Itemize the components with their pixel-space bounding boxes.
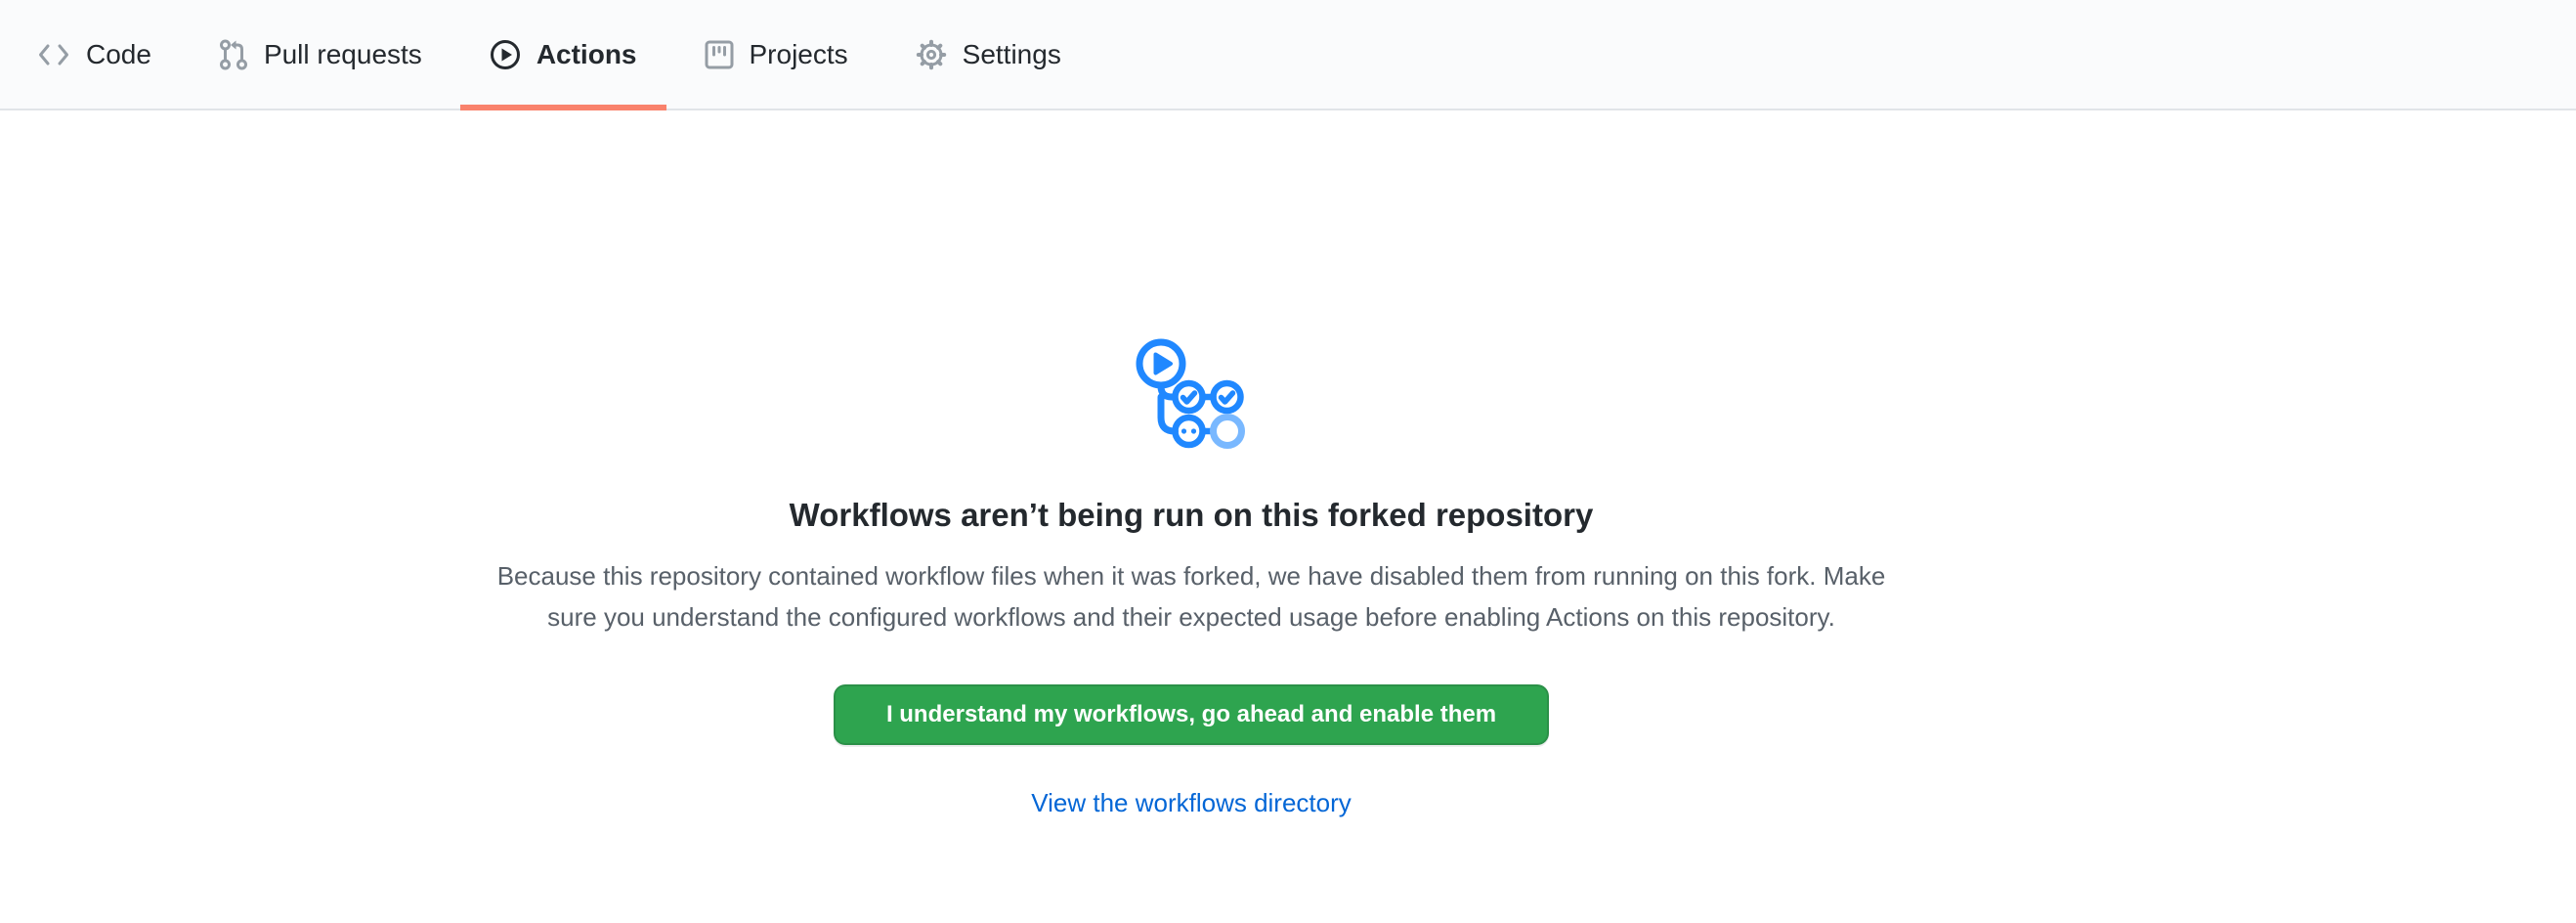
enable-workflows-button[interactable]: I understand my workflows, go ahead and … <box>834 684 1549 745</box>
git-pull-request-icon <box>219 39 248 70</box>
tab-pull-requests[interactable]: Pull requests <box>190 0 451 109</box>
project-icon <box>705 40 734 69</box>
repo-nav: Code Pull requests Actions <box>0 0 2576 110</box>
tab-label: Settings <box>963 39 1061 70</box>
blankslate-description: Because this repository contained workfl… <box>409 555 1973 637</box>
tab-projects[interactable]: Projects <box>675 0 878 109</box>
play-icon <box>490 39 521 70</box>
workflow-graph-icon <box>1134 337 1249 458</box>
code-icon <box>37 41 70 68</box>
gear-icon <box>916 39 947 70</box>
tab-settings[interactable]: Settings <box>886 0 1091 109</box>
actions-disabled-blankslate: Workflows aren’t being run on this forke… <box>409 110 1973 818</box>
tab-label: Actions <box>537 39 637 70</box>
tab-label: Code <box>86 39 151 70</box>
description-line-1: Because this repository contained workfl… <box>409 555 1973 596</box>
tab-actions[interactable]: Actions <box>460 0 666 109</box>
tab-code[interactable]: Code <box>8 0 181 109</box>
tab-label: Projects <box>750 39 848 70</box>
blankslate-title: Workflows aren’t being run on this forke… <box>409 497 1973 534</box>
description-line-2: sure you understand the configured workf… <box>409 596 1973 637</box>
tab-label: Pull requests <box>264 39 422 70</box>
view-workflows-directory-link[interactable]: View the workflows directory <box>409 788 1973 818</box>
